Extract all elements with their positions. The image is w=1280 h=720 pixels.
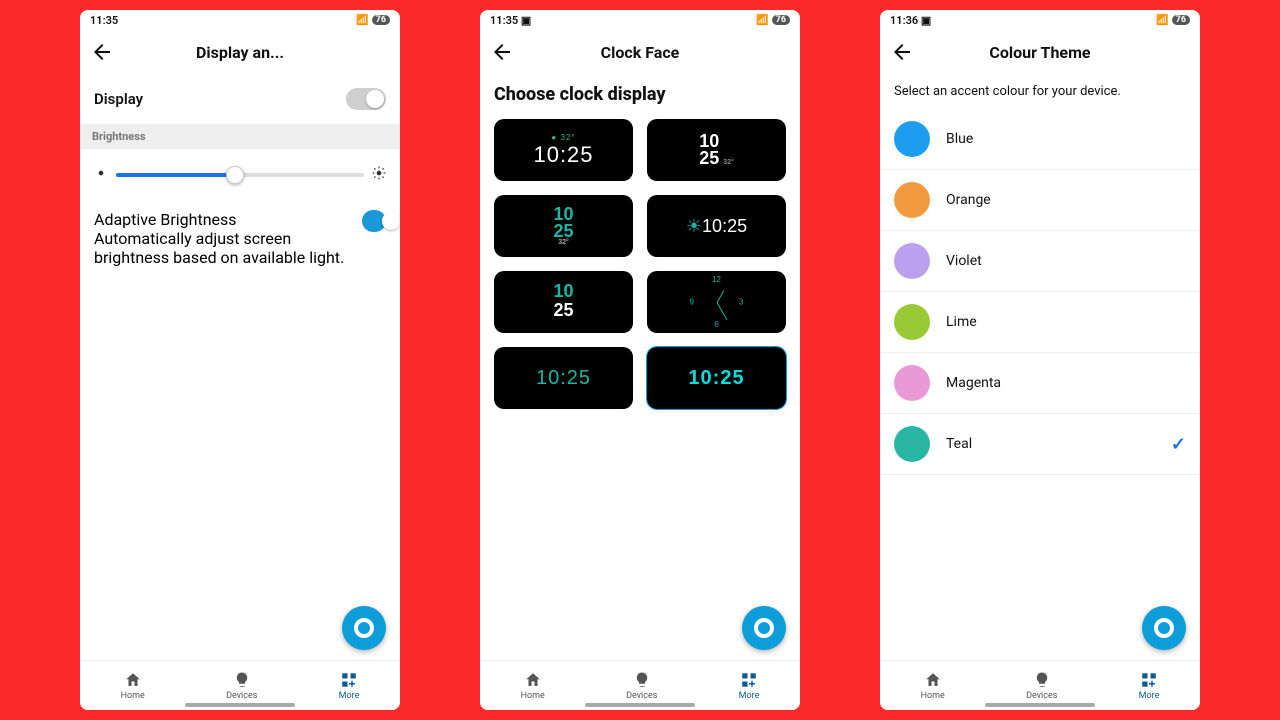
display-toggle[interactable] xyxy=(346,88,386,110)
theme-row-lime[interactable]: Lime xyxy=(880,292,1200,353)
nav-devices[interactable]: Devices xyxy=(1026,671,1057,701)
brightness-slider-row xyxy=(80,149,400,200)
clock-face-1[interactable]: ● 32°10:25 xyxy=(494,119,633,181)
status-bar: 11:36 ▣ 📶 76 xyxy=(880,10,1200,30)
brightness-slider[interactable] xyxy=(116,173,364,177)
clock-face-4[interactable]: ☀10:25 xyxy=(647,195,786,257)
gesture-bar xyxy=(585,703,695,707)
gesture-bar xyxy=(185,703,295,707)
theme-label: Blue xyxy=(946,131,1186,147)
status-bar: 11:35 📶 76 xyxy=(80,10,400,30)
colour-swatch xyxy=(894,365,930,401)
check-icon: ✓ xyxy=(1171,434,1186,455)
brightness-low-icon xyxy=(94,165,108,184)
theme-row-teal[interactable]: Teal ✓ xyxy=(880,414,1200,475)
screenshot-icon: ▣ xyxy=(521,14,531,27)
signal-icon: 📶 xyxy=(756,15,767,26)
adaptive-row: Adaptive Brightness Automatically adjust… xyxy=(80,200,400,277)
brightness-header: Brightness xyxy=(80,124,400,149)
adaptive-desc: Automatically adjust screen brightness b… xyxy=(94,229,362,267)
alexa-icon xyxy=(354,618,374,638)
colour-swatch xyxy=(894,243,930,279)
back-button[interactable] xyxy=(90,40,114,64)
nav-more[interactable]: More xyxy=(339,671,360,701)
phone-clock-face: 11:35 ▣ 📶 76 Clock Face Choose clock dis… xyxy=(480,10,800,710)
nav-more[interactable]: More xyxy=(739,671,760,701)
theme-row-magenta[interactable]: Magenta xyxy=(880,353,1200,414)
analog-clock-icon: 12369 xyxy=(692,277,742,327)
clock-grid: ● 32°10:25 102532° 102532° ☀10:25 1025 1… xyxy=(480,111,800,417)
clock-heading: Choose clock display xyxy=(480,74,800,111)
battery-badge: 76 xyxy=(1172,15,1190,25)
colour-swatch xyxy=(894,304,930,340)
colour-swatch xyxy=(894,182,930,218)
theme-label: Orange xyxy=(946,192,1186,208)
display-label: Display xyxy=(94,90,143,108)
clock-face-2[interactable]: 102532° xyxy=(647,119,786,181)
page-title: Display an... xyxy=(196,43,284,62)
status-bar: 11:35 ▣ 📶 76 xyxy=(480,10,800,30)
battery-badge: 76 xyxy=(772,15,790,25)
screenshot-icon: ▣ xyxy=(921,14,931,27)
alexa-icon xyxy=(1154,618,1174,638)
theme-list: Blue Orange Violet Lime Magenta Teal ✓ xyxy=(880,109,1200,475)
theme-description: Select an accent colour for your device. xyxy=(880,74,1200,109)
colour-swatch xyxy=(894,426,930,462)
signal-icon: 📶 xyxy=(356,15,367,26)
alexa-icon xyxy=(754,618,774,638)
signal-icon: 📶 xyxy=(1156,15,1167,26)
battery-badge: 76 xyxy=(372,15,390,25)
status-time: 11:36 xyxy=(890,14,918,27)
alexa-fab[interactable] xyxy=(1142,606,1186,650)
phone-display-settings: 11:35 📶 76 Display an... Display Brightn… xyxy=(80,10,400,710)
alexa-fab[interactable] xyxy=(342,606,386,650)
sun-icon: ☀ xyxy=(686,216,702,236)
nav-devices[interactable]: Devices xyxy=(626,671,657,701)
theme-label: Magenta xyxy=(946,375,1186,391)
nav-more[interactable]: More xyxy=(1139,671,1160,701)
theme-label: Lime xyxy=(946,314,1186,330)
back-button[interactable] xyxy=(890,40,914,64)
adaptive-title: Adaptive Brightness xyxy=(94,210,362,229)
theme-label: Teal xyxy=(946,436,1155,452)
clock-face-3[interactable]: 102532° xyxy=(494,195,633,257)
app-bar: Colour Theme xyxy=(880,30,1200,74)
status-time: 11:35 xyxy=(490,14,518,27)
app-bar: Display an... xyxy=(80,30,400,74)
clock-face-5[interactable]: 1025 xyxy=(494,271,633,333)
theme-row-orange[interactable]: Orange xyxy=(880,170,1200,231)
app-bar: Clock Face xyxy=(480,30,800,74)
brightness-high-icon xyxy=(372,165,386,184)
page-title: Colour Theme xyxy=(989,43,1090,62)
status-time: 11:35 xyxy=(90,14,118,27)
page-title: Clock Face xyxy=(601,43,680,62)
clock-face-7[interactable]: 10:25 xyxy=(494,347,633,409)
gesture-bar xyxy=(985,703,1095,707)
theme-row-violet[interactable]: Violet xyxy=(880,231,1200,292)
nav-home[interactable]: Home xyxy=(921,671,945,701)
display-row: Display xyxy=(80,74,400,124)
colour-swatch xyxy=(894,121,930,157)
alexa-fab[interactable] xyxy=(742,606,786,650)
clock-face-8[interactable]: 10:25 xyxy=(647,347,786,409)
back-button[interactable] xyxy=(490,40,514,64)
theme-label: Violet xyxy=(946,253,1186,269)
phone-colour-theme: 11:36 ▣ 📶 76 Colour Theme Select an acce… xyxy=(880,10,1200,710)
nav-home[interactable]: Home xyxy=(521,671,545,701)
nav-home[interactable]: Home xyxy=(121,671,145,701)
nav-devices[interactable]: Devices xyxy=(226,671,257,701)
clock-face-6[interactable]: 12369 xyxy=(647,271,786,333)
theme-row-blue[interactable]: Blue xyxy=(880,109,1200,170)
adaptive-toggle[interactable] xyxy=(362,210,386,232)
